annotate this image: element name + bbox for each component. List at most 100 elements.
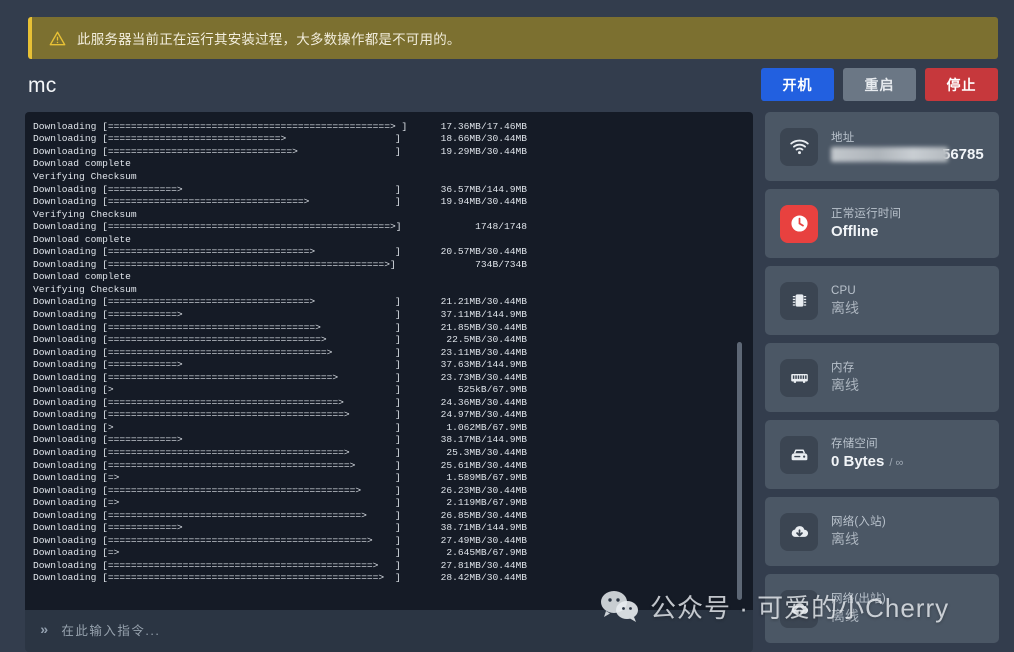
clock-icon — [790, 215, 808, 232]
stat-card-存储空间: 存储空间 0 Bytes / ∞ — [765, 420, 999, 489]
stat-card-label: 地址 — [831, 131, 855, 144]
cpu-icon — [792, 294, 806, 307]
stat-card-网络(出站): 网络(出站) 离线 — [765, 574, 999, 643]
console-line-value: 1748/1748 — [475, 221, 527, 233]
console-line-value: 2.645MB/67.9MB — [446, 547, 527, 559]
console-line-text: Downloading [============> — [33, 522, 183, 534]
console-line-value: 25.3MB/30.44MB — [446, 446, 527, 458]
console-line: Downloading [> 1.062MB/67.9MB] — [33, 421, 753, 434]
console-line-text: Downloading [===========================… — [33, 296, 316, 308]
console-output[interactable]: Downloading [===========================… — [25, 112, 753, 610]
console-line: Downloading [===========================… — [33, 258, 753, 271]
cloud-upload-icon — [791, 603, 808, 614]
console-line: Downloading [> 525kB/67.9MB] — [33, 383, 753, 396]
console-line-text: Downloading [===========================… — [33, 133, 287, 145]
console-bracket: ] — [395, 321, 401, 333]
install-warning-text: 此服务器当前正在运行其安装过程，大多数操作都是不可用的。 — [77, 32, 461, 47]
console-line-value: 24.97MB/30.44MB — [440, 409, 527, 421]
console-line-text: Downloading [===========================… — [33, 459, 356, 471]
console-line: Downloading [============> 37.11MB/144.9M… — [33, 308, 753, 321]
console-line-text: Downloading [===========================… — [33, 572, 385, 584]
stat-card-label: 网络(入站) — [831, 515, 886, 528]
console-line-text: Downloading [============> — [33, 359, 183, 371]
stat-card-label: 存储空间 — [831, 437, 878, 450]
stat-card-网络(入站): 网络(入站) 离线 — [765, 497, 999, 566]
console-scrollbar-thumb[interactable] — [737, 342, 742, 600]
console-bracket: ] — [395, 497, 401, 509]
stat-card-label: CPU — [831, 284, 856, 297]
console-line: Download complete — [33, 158, 753, 171]
warning-triangle-icon — [49, 31, 66, 45]
console-line-text: Verifying Checksum — [33, 208, 137, 220]
stat-card-value-text: Offline — [831, 222, 879, 240]
command-bar[interactable]: » — [25, 610, 753, 652]
console-line: Downloading [============> 38.17MB/144.9M… — [33, 434, 753, 447]
console-line-text: Downloading [============> — [33, 434, 183, 446]
console-line: Downloading [===========================… — [33, 296, 753, 309]
console-line: Downloading [===========================… — [33, 333, 753, 346]
stat-card-icon-wrap — [780, 512, 818, 551]
console-line: Downloading [===========================… — [33, 245, 753, 258]
console-line: Downloading [===========================… — [33, 446, 753, 459]
server-header: mc 开机 重启 停止 — [28, 68, 998, 110]
console-bracket: ] — [395, 446, 401, 458]
stat-card-value: 离线 — [831, 530, 886, 549]
console-bracket: ] — [395, 359, 401, 371]
console-line-text: Downloading [=> — [33, 547, 120, 559]
console-line-text: Downloading [===========================… — [33, 346, 333, 358]
server-console-page: 此服务器当前正在运行其安装过程，大多数操作都是不可用的。 mc 开机 重启 停止… — [0, 0, 1014, 652]
stat-card-icon-wrap — [780, 589, 818, 628]
stat-card-正常运行时间: 正常运行时间 Offline — [765, 189, 999, 258]
console-line-text: Verifying Checksum — [33, 283, 137, 295]
console-line: Downloading [===========================… — [33, 396, 753, 409]
console-line-value: 21.21MB/30.44MB — [440, 296, 527, 308]
stat-card-body: 正常运行时间 Offline — [831, 207, 901, 241]
console-line: Verifying Checksum — [33, 170, 753, 183]
console-line-value: 23.73MB/30.44MB — [440, 371, 527, 383]
start-button[interactable]: 开机 — [761, 68, 834, 101]
console-bracket: ] — [395, 296, 401, 308]
stat-card-value: 离线 — [831, 376, 859, 395]
console-line-text: Download complete — [33, 158, 131, 170]
stat-card-icon-wrap — [780, 281, 818, 320]
command-input[interactable] — [61, 624, 753, 638]
console-line-value: 19.29MB/30.44MB — [440, 145, 527, 157]
stat-card-icon-wrap — [780, 435, 818, 474]
console-line-value: 26.85MB/30.44MB — [440, 509, 527, 521]
console-line-text: Downloading [===========================… — [33, 246, 316, 258]
address-port: 56785 — [942, 145, 984, 163]
page-title: mc — [28, 74, 57, 97]
install-warning-banner: 此服务器当前正在运行其安装过程，大多数操作都是不可用的。 — [28, 17, 998, 59]
console-line-text: Downloading [===========================… — [33, 258, 396, 270]
stat-card-value-text: 离线 — [831, 530, 859, 547]
console-line-text: Downloading [============> — [33, 183, 183, 195]
console-line-value: 18.66MB/30.44MB — [440, 133, 527, 145]
console-line: Downloading [===========================… — [33, 459, 753, 472]
stop-button[interactable]: 停止 — [925, 68, 998, 101]
stat-card-icon-wrap — [780, 204, 818, 243]
console-line: Downloading [===========================… — [33, 484, 753, 497]
stat-card-label: 正常运行时间 — [831, 207, 902, 220]
console-bracket: ] — [395, 522, 401, 534]
console-line-value: 27.49MB/30.44MB — [440, 534, 527, 546]
console-bracket: ] — [395, 308, 401, 320]
console-scrollbar[interactable] — [737, 342, 742, 600]
console-line-text: Downloading [===========================… — [33, 334, 327, 346]
stat-card-address: 56785 — [831, 146, 984, 163]
console-line: Download complete — [33, 233, 753, 246]
console-bracket: ] — [395, 246, 401, 258]
console-line-text: Downloading [============> — [33, 308, 183, 320]
console-line-text: Downloading [===========================… — [33, 559, 379, 571]
console-bracket: ] — [395, 371, 401, 383]
console-line: Downloading [============> 37.63MB/144.9M… — [33, 358, 753, 371]
restart-button[interactable]: 重启 — [843, 68, 916, 101]
console-line: Verifying Checksum — [33, 283, 753, 296]
console-line-text: Downloading [=> — [33, 497, 120, 509]
console-line-value: 1.062MB/67.9MB — [446, 421, 527, 433]
console-bracket: ] — [395, 396, 401, 408]
console-bracket: ] — [395, 534, 401, 546]
console-line-value: 38.17MB/144.9MB — [440, 434, 527, 446]
console-line: Downloading [===========================… — [33, 371, 753, 384]
console-line-text: Downloading [=> — [33, 472, 120, 484]
console-line-text: Downloading [===========================… — [33, 534, 373, 546]
